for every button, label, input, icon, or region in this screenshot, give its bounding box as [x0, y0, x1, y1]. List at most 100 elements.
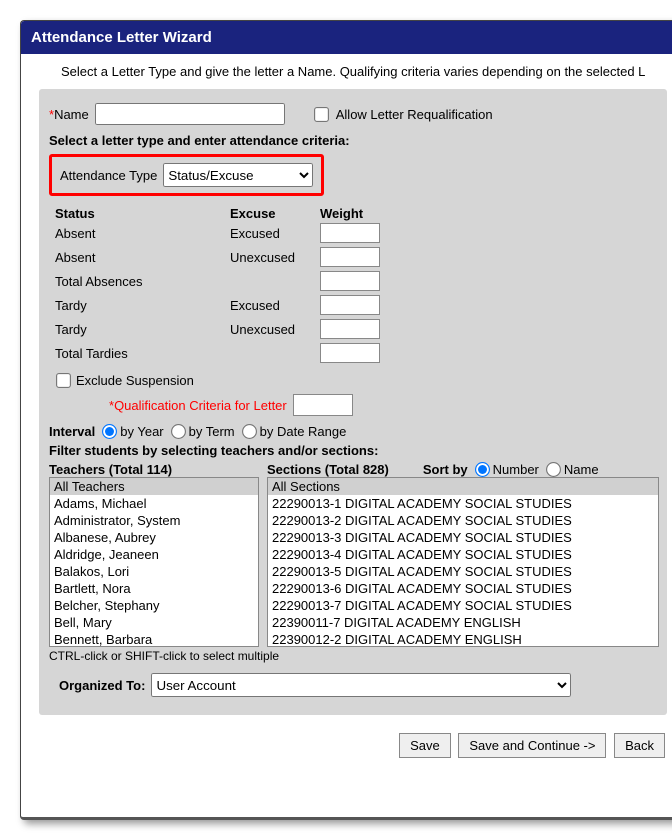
excuse-cell: Excused — [230, 298, 320, 313]
section-item[interactable]: 22290013-7 DIGITAL ACADEMY SOCIAL STUDIE… — [268, 597, 658, 614]
status-cell: Tardy — [55, 322, 230, 337]
back-button[interactable]: Back — [614, 733, 665, 758]
interval-year-label: by Year — [120, 424, 163, 439]
section-item[interactable]: 22290013-1 DIGITAL ACADEMY SOCIAL STUDIE… — [268, 495, 658, 512]
weight-cell — [320, 271, 400, 291]
filter-prompt: Filter students by selecting teachers an… — [49, 443, 657, 458]
weight-input[interactable] — [320, 271, 380, 291]
sections-listbox[interactable]: All Sections22290013-1 DIGITAL ACADEMY S… — [267, 477, 659, 647]
teacher-item[interactable]: Balakos, Lori — [50, 563, 258, 580]
interval-label: Interval — [49, 424, 95, 439]
teachers-column: Teachers (Total 114) All TeachersAdams, … — [49, 462, 259, 647]
qualification-label: *Qualification Criteria for Letter — [109, 398, 287, 413]
lists-row: Teachers (Total 114) All TeachersAdams, … — [49, 462, 657, 647]
main-panel: *Name Allow Letter Requalification Selec… — [39, 89, 667, 715]
teacher-item[interactable]: Bennett, Barbara — [50, 631, 258, 647]
wizard-window: Attendance Letter Wizard Select a Letter… — [20, 20, 672, 820]
col-weight-header: Weight — [320, 206, 400, 221]
excuse-cell: Unexcused — [230, 322, 320, 337]
weight-input[interactable] — [320, 319, 380, 339]
teacher-item[interactable]: Belcher, Stephany — [50, 597, 258, 614]
sections-column: Sections (Total 828) Sort by Number Name… — [267, 462, 659, 647]
allow-requal-checkbox[interactable] — [314, 107, 329, 122]
section-item[interactable]: 22290013-4 DIGITAL ACADEMY SOCIAL STUDIE… — [268, 546, 658, 563]
criteria-row: AbsentExcused — [55, 221, 657, 245]
window-title: Attendance Letter Wizard — [21, 21, 672, 54]
weight-cell — [320, 295, 400, 315]
status-cell: Total Tardies — [55, 346, 230, 361]
section-item[interactable]: All Sections — [268, 478, 658, 495]
section-item[interactable]: 22290013-6 DIGITAL ACADEMY SOCIAL STUDIE… — [268, 580, 658, 597]
section-item[interactable]: 22390012-2 DIGITAL ACADEMY ENGLISH — [268, 631, 658, 647]
interval-term-label: by Term — [189, 424, 235, 439]
weight-input[interactable] — [320, 295, 380, 315]
sort-name-radio[interactable] — [546, 462, 561, 477]
interval-row: Interval by Year by Term by Date Range — [49, 424, 657, 439]
organized-to-select[interactable]: User Account — [151, 673, 571, 697]
teacher-item[interactable]: Bartlett, Nora — [50, 580, 258, 597]
attendance-type-label: Attendance Type — [60, 168, 157, 183]
criteria-row: TardyExcused — [55, 293, 657, 317]
criteria-row: Total Absences — [55, 269, 657, 293]
multiselect-hint: CTRL-click or SHIFT-click to select mult… — [49, 649, 657, 663]
sections-label: Sections (Total 828) — [267, 462, 389, 477]
teachers-listbox[interactable]: All TeachersAdams, MichaelAdministrator,… — [49, 477, 259, 647]
organized-to-label: Organized To: — [59, 678, 145, 693]
weight-cell — [320, 319, 400, 339]
status-cell: Absent — [55, 250, 230, 265]
exclude-suspension-row: Exclude Suspension — [49, 373, 657, 388]
teacher-item[interactable]: Administrator, System — [50, 512, 258, 529]
weight-cell — [320, 223, 400, 243]
teachers-label: Teachers (Total 114) — [49, 462, 172, 477]
section-item[interactable]: 22290013-5 DIGITAL ACADEMY SOCIAL STUDIE… — [268, 563, 658, 580]
interval-daterange-label: by Date Range — [260, 424, 347, 439]
sort-number-label: Number — [493, 462, 539, 477]
status-cell: Absent — [55, 226, 230, 241]
weight-input[interactable] — [320, 223, 380, 243]
exclude-suspension-label: Exclude Suspension — [76, 373, 194, 388]
criteria-row: TardyUnexcused — [55, 317, 657, 341]
name-label-text: Name — [54, 107, 89, 122]
criteria-row: Total Tardies — [55, 341, 657, 365]
exclude-suspension-checkbox[interactable] — [56, 373, 71, 388]
weight-input[interactable] — [320, 343, 380, 363]
weight-cell — [320, 247, 400, 267]
excuse-cell: Unexcused — [230, 250, 320, 265]
sort-by-label: Sort by — [423, 462, 468, 477]
sort-name-label: Name — [564, 462, 599, 477]
name-input[interactable] — [95, 103, 285, 125]
button-bar: Save Save and Continue -> Back — [21, 725, 672, 766]
attendance-type-highlight: Attendance Type Status/Excuse — [49, 154, 324, 196]
col-excuse-header: Excuse — [230, 206, 320, 221]
weight-cell — [320, 343, 400, 363]
save-button[interactable]: Save — [399, 733, 451, 758]
status-cell: Total Absences — [55, 274, 230, 289]
criteria-prompt: Select a letter type and enter attendanc… — [49, 133, 657, 148]
teacher-item[interactable]: Adams, Michael — [50, 495, 258, 512]
section-item[interactable]: 22290013-2 DIGITAL ACADEMY SOCIAL STUDIE… — [268, 512, 658, 529]
excuse-cell: Excused — [230, 226, 320, 241]
attendance-type-select[interactable]: Status/Excuse — [163, 163, 313, 187]
save-continue-button[interactable]: Save and Continue -> — [458, 733, 606, 758]
status-cell: Tardy — [55, 298, 230, 313]
section-item[interactable]: 22390011-7 DIGITAL ACADEMY ENGLISH — [268, 614, 658, 631]
weight-input[interactable] — [320, 247, 380, 267]
criteria-header: Status Excuse Weight — [55, 206, 657, 221]
sort-number-radio[interactable] — [475, 462, 490, 477]
intro-text: Select a Letter Type and give the letter… — [21, 54, 672, 89]
name-row: *Name Allow Letter Requalification — [49, 103, 657, 125]
interval-term-radio[interactable] — [171, 424, 186, 439]
teacher-item[interactable]: Bell, Mary — [50, 614, 258, 631]
allow-requal-label: Allow Letter Requalification — [336, 107, 493, 122]
teacher-item[interactable]: All Teachers — [50, 478, 258, 495]
section-item[interactable]: 22290013-3 DIGITAL ACADEMY SOCIAL STUDIE… — [268, 529, 658, 546]
qualification-row: *Qualification Criteria for Letter — [109, 394, 657, 416]
interval-year-radio[interactable] — [102, 424, 117, 439]
qualification-input[interactable] — [293, 394, 353, 416]
criteria-table: Status Excuse Weight AbsentExcusedAbsent… — [55, 206, 657, 365]
teacher-item[interactable]: Albanese, Aubrey — [50, 529, 258, 546]
interval-daterange-radio[interactable] — [242, 424, 257, 439]
col-status-header: Status — [55, 206, 230, 221]
criteria-row: AbsentUnexcused — [55, 245, 657, 269]
teacher-item[interactable]: Aldridge, Jeaneen — [50, 546, 258, 563]
